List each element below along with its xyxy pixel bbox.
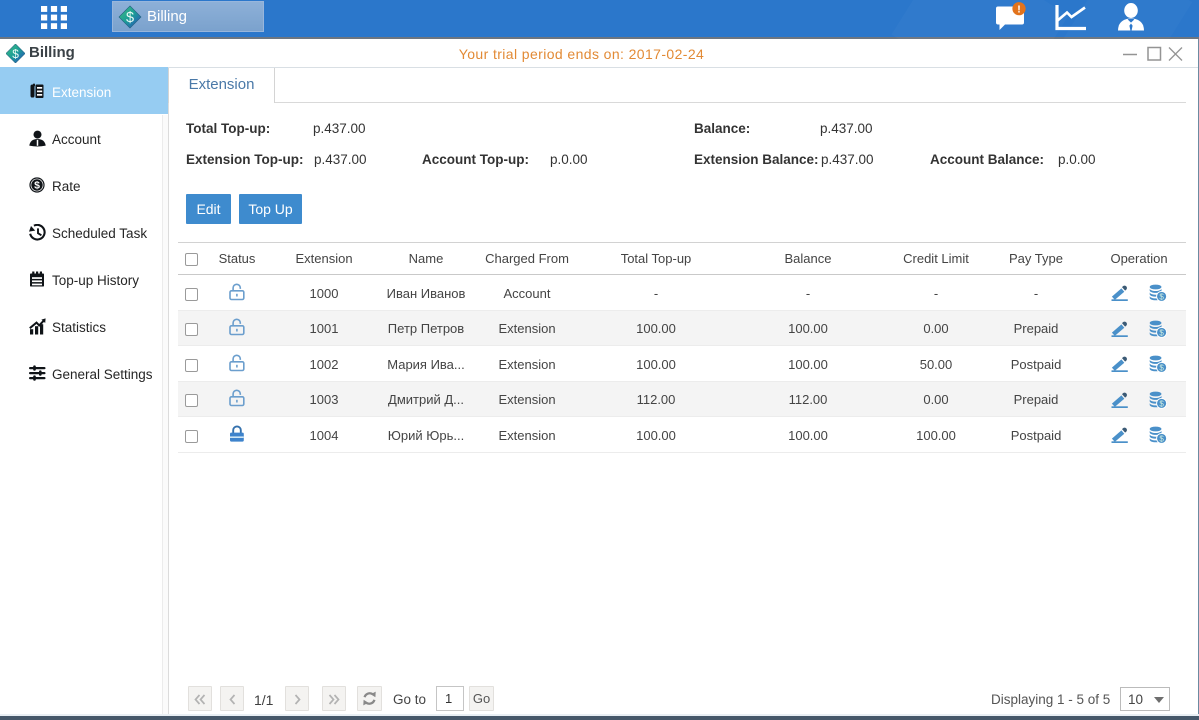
svg-text:$: $	[34, 180, 40, 192]
svg-text:$: $	[1159, 435, 1164, 444]
svg-text:$: $	[1159, 364, 1164, 373]
svg-text:$: $	[1159, 328, 1164, 337]
svg-text:$: $	[1159, 293, 1164, 302]
svg-text:!: !	[1017, 3, 1021, 15]
svg-text:$: $	[126, 10, 134, 26]
svg-text:$: $	[1159, 399, 1164, 408]
